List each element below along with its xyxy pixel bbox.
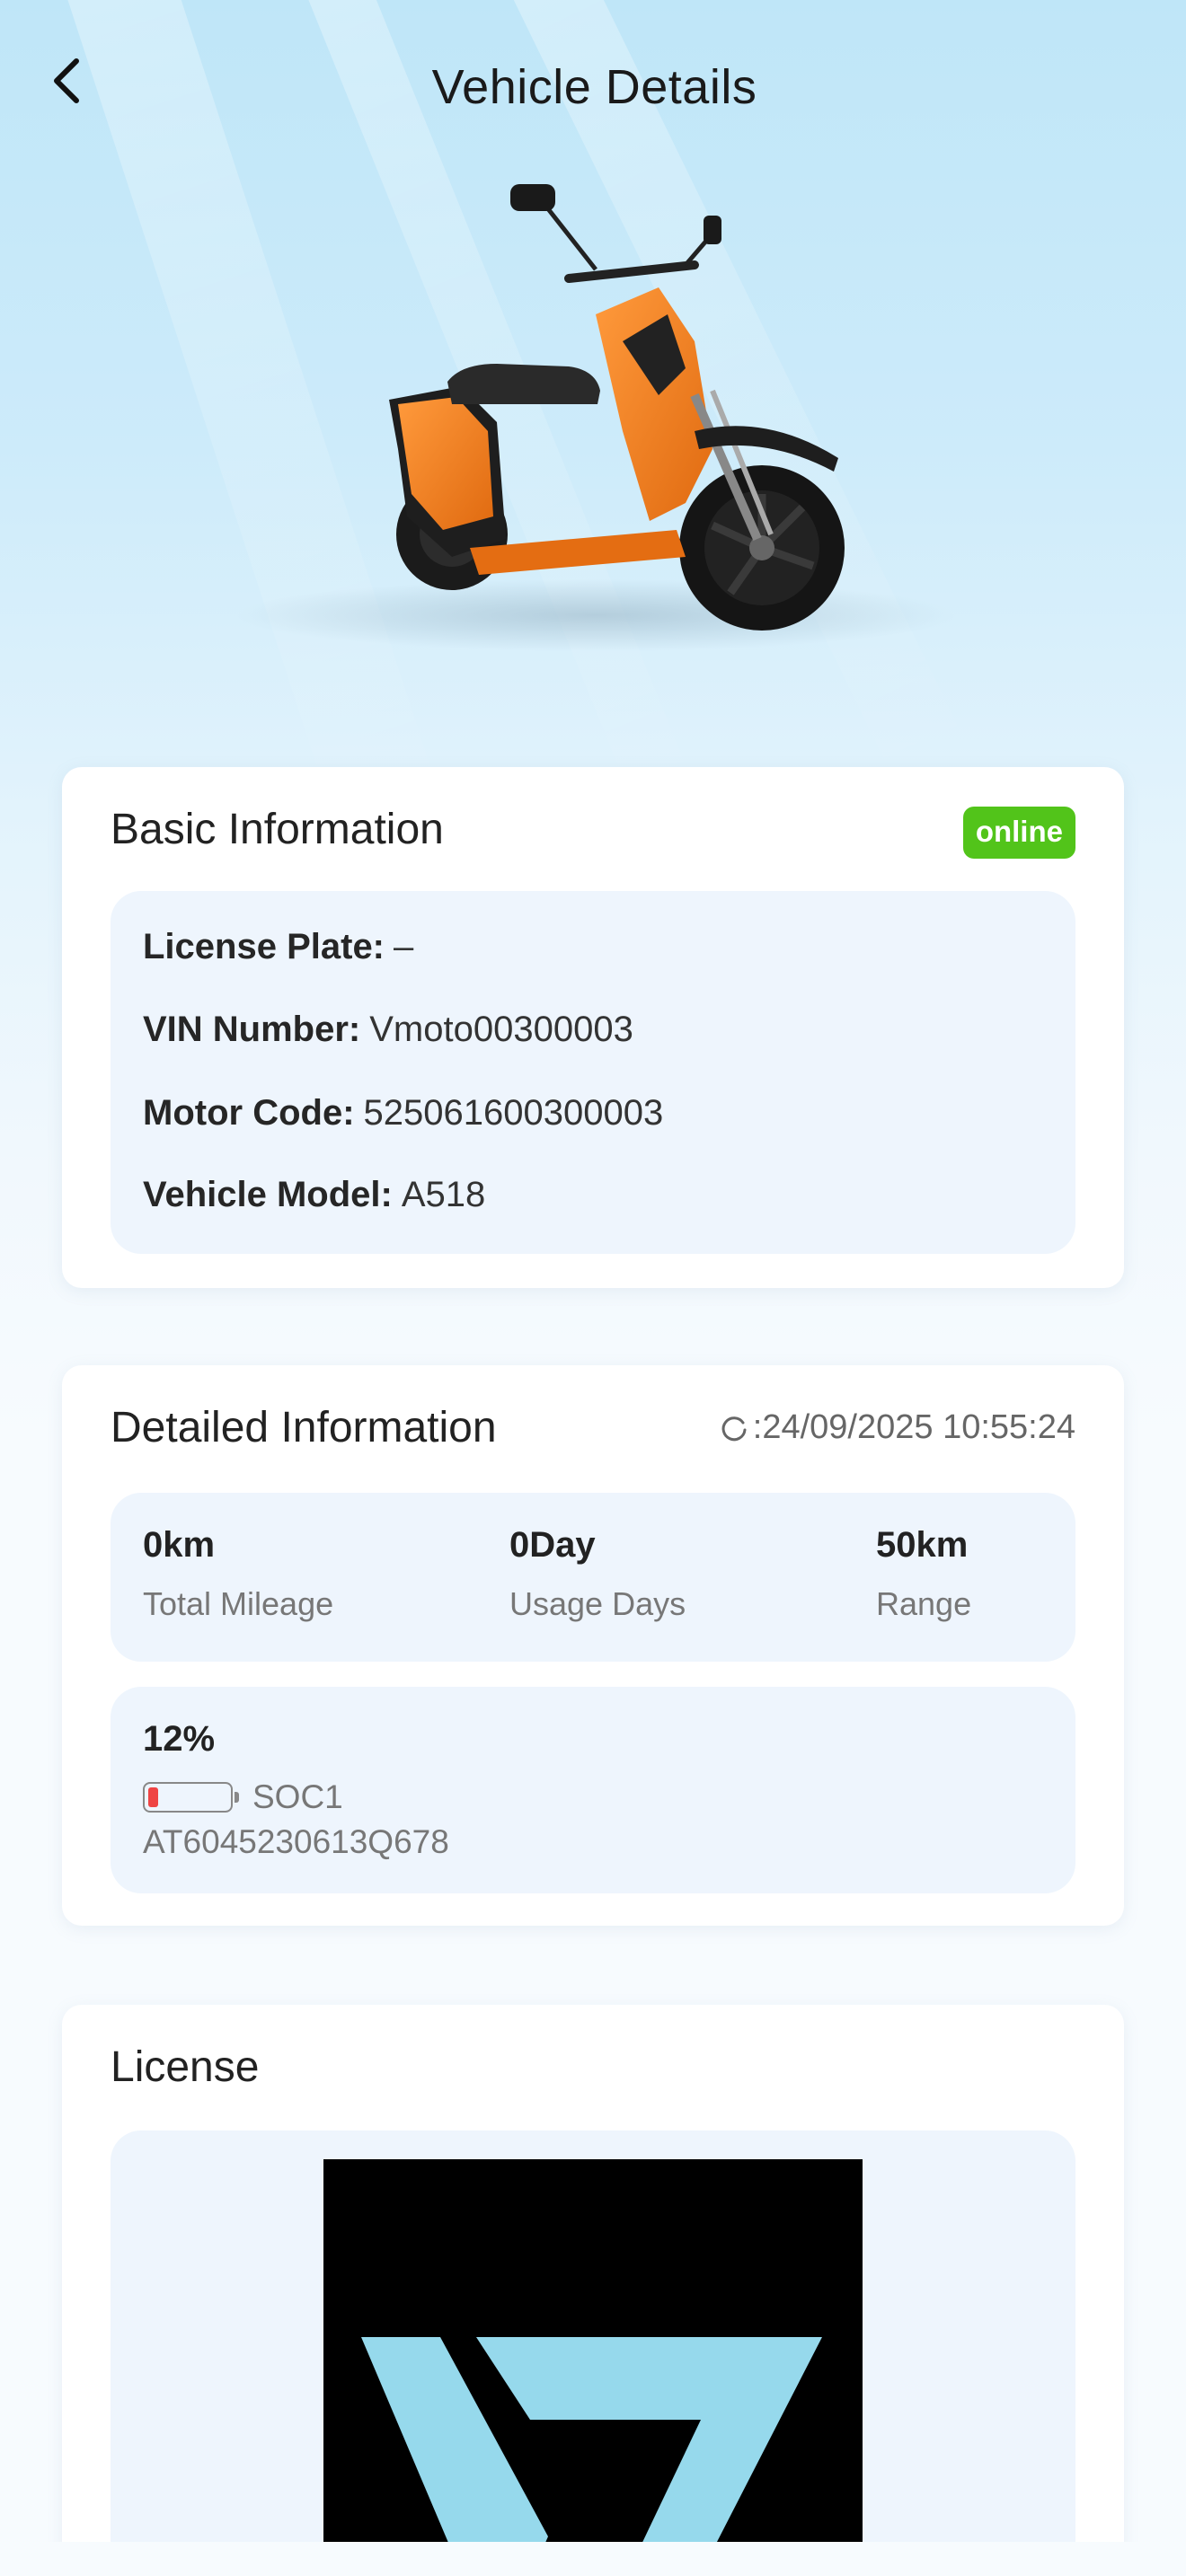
vehicle-image: [227, 162, 964, 701]
top-bar: Vehicle Details: [3, 0, 1186, 171]
license-plate-row: License Plate: –: [143, 927, 413, 967]
total-mileage-caption: Total Mileage: [143, 1585, 334, 1622]
vin-row: VIN Number: Vmoto00300003: [143, 1010, 633, 1050]
battery-level-fill: [148, 1787, 158, 1807]
license-card: License: [62, 2005, 1124, 2542]
motor-code-label: Motor Code:: [143, 1093, 355, 1133]
range-value: 50km: [876, 1525, 969, 1565]
vehicle-model-value: A518: [401, 1175, 486, 1214]
usage-days-caption: Usage Days: [509, 1585, 686, 1622]
license-panel: [111, 2130, 1075, 2542]
refresh-button[interactable]: :24/09/2025 10:55:24: [719, 1408, 1075, 1447]
last-updated-text: :24/09/2025 10:55:24: [752, 1408, 1075, 1446]
basic-info-card: Basic Information online License Plate: –…: [62, 767, 1124, 1288]
basic-info-title: Basic Information: [111, 806, 444, 853]
stat-usage-days: 0Day Usage Days: [509, 1525, 686, 1623]
vin-value: Vmoto00300003: [369, 1010, 633, 1049]
refresh-icon: [721, 1416, 747, 1441]
license-image[interactable]: [323, 2159, 863, 2542]
battery-icon: [143, 1782, 239, 1813]
detailed-info-title: Detailed Information: [111, 1404, 497, 1451]
vehicle-model-label: Vehicle Model:: [143, 1175, 393, 1214]
battery-row: SOC1: [143, 1778, 343, 1816]
usage-days-value: 0Day: [509, 1525, 596, 1565]
battery-percent: 12%: [143, 1719, 216, 1759]
total-mileage-value: 0km: [143, 1525, 216, 1565]
basic-info-panel: License Plate: – VIN Number: Vmoto00300003…: [111, 891, 1075, 1254]
battery-id: AT6045230613Q678: [143, 1823, 449, 1860]
license-plate-label: License Plate:: [143, 927, 385, 966]
vin-label: VIN Number:: [143, 1010, 361, 1049]
stat-range: 50km Range: [876, 1525, 971, 1623]
battery-panel: 12% SOC1 AT6045230613Q678: [111, 1687, 1075, 1893]
motor-code-row: Motor Code: 525061600300003: [143, 1093, 663, 1134]
motor-code-value: 525061600300003: [363, 1093, 664, 1133]
vehicle-model-row: Vehicle Model: A518: [143, 1175, 485, 1215]
battery-label: SOC1: [252, 1778, 343, 1815]
stats-panel: 0km Total Mileage 0Day Usage Days 50km R…: [111, 1493, 1075, 1662]
page-title: Vehicle Details: [431, 60, 757, 114]
vehicle-details-page: Vehicle Details Basic Information online…: [3, 0, 1186, 2542]
status-badge: online: [962, 807, 1075, 859]
stat-total-mileage: 0km Total Mileage: [143, 1525, 333, 1623]
license-plate-value: –: [394, 927, 414, 966]
license-title: License: [111, 2043, 260, 2091]
brand-logo: [361, 2337, 822, 2542]
detailed-info-card: Detailed Information :24/09/2025 10:55:2…: [62, 1365, 1124, 1926]
range-caption: Range: [876, 1585, 972, 1622]
